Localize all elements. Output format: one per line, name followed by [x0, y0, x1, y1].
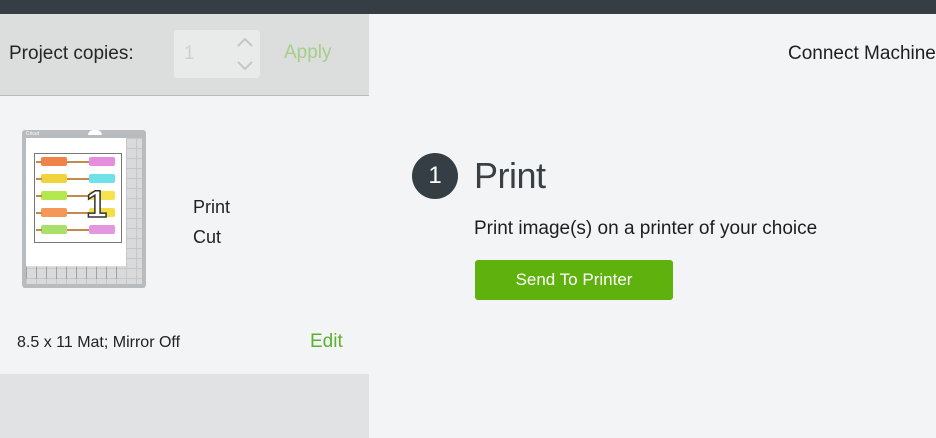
step-description: Print image(s) on a printer of your choi…: [474, 218, 818, 239]
project-copies-stepper[interactable]: 1: [174, 30, 260, 78]
step-title: Print: [474, 155, 546, 196]
edit-mat-link[interactable]: Edit: [310, 331, 343, 353]
send-to-printer-button[interactable]: Send To Printer: [475, 260, 673, 300]
chevron-up-icon[interactable]: [230, 30, 260, 54]
connect-machine-button[interactable]: Connect Machine: [788, 43, 936, 65]
mat-panel: Cricut 1 Print Cut 8.5 x 11 Mat; Mirror …: [0, 96, 369, 374]
left-panel: Project copies: 1 Apply Cricut 1 Print C…: [0, 14, 369, 438]
top-bar: [0, 0, 936, 14]
chevron-down-icon[interactable]: [230, 54, 260, 78]
mat-sheet: 1: [26, 138, 126, 266]
mat-step-print: Print: [193, 197, 231, 217]
mat-step-cut: Cut: [193, 227, 222, 247]
mat-preview[interactable]: Cricut 1: [22, 130, 146, 288]
project-copies-value[interactable]: 1: [184, 43, 195, 65]
mat-info: 8.5 x 11 Mat; Mirror Off: [17, 334, 181, 351]
mat-step-labels: Print Cut: [193, 192, 230, 252]
project-copies-bar: Project copies: 1 Apply: [0, 14, 369, 96]
step-number-badge: 1: [412, 153, 458, 199]
print-area: [34, 153, 122, 243]
apply-button[interactable]: Apply: [284, 42, 332, 64]
project-copies-label: Project copies:: [9, 43, 134, 64]
mat-number: 1: [85, 183, 108, 227]
cricut-logo: Cricut: [26, 131, 40, 137]
mat-notch: [88, 130, 102, 135]
mat-ruler: [26, 267, 126, 279]
